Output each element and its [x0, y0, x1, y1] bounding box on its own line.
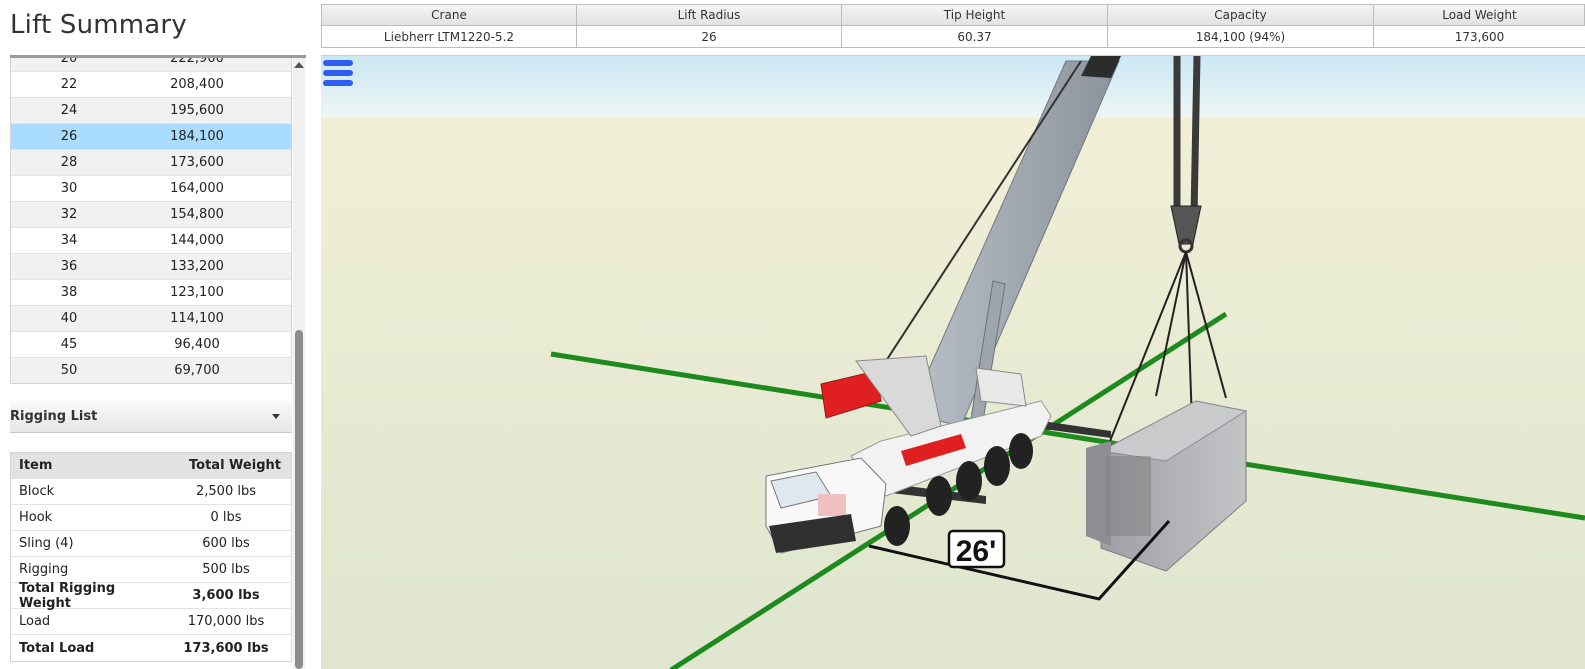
panel-scrollbar[interactable] [293, 58, 305, 669]
row-capacity: 184,100 [170, 129, 224, 144]
row-radius: 24 [60, 103, 78, 118]
hoist-line [1190, 56, 1201, 217]
summary-value-cell: 60.37 [842, 26, 1108, 47]
operator-cab [975, 367, 1027, 407]
load-chart-row[interactable]: 36 133,200 [11, 254, 291, 280]
rigging-row: Load 170,000 lbs [11, 609, 291, 635]
rigging-weight: 600 lbs [202, 536, 250, 551]
row-capacity: 173,600 [170, 155, 224, 170]
row-radius: 22 [60, 77, 78, 92]
row-capacity: 222,900 [170, 58, 224, 66]
rigging-row: Hook 0 lbs [11, 505, 291, 531]
load-chart-row[interactable]: 32 154,800 [11, 202, 291, 228]
rigging-weight: 170,000 lbs [187, 614, 265, 629]
row-radius: 28 [60, 155, 78, 170]
scroll-up-arrow-icon[interactable] [294, 62, 304, 68]
rigging-item: Total Load [19, 640, 95, 656]
row-capacity: 164,000 [170, 181, 224, 196]
lift-summary-table: Crane Lift Radius Tip Height Capacity Load W… [321, 4, 1585, 48]
crane-3d-view[interactable]: 26' [321, 55, 1585, 669]
wheel [984, 446, 1010, 486]
page-title: Lift Summary [10, 10, 187, 40]
row-radius: 45 [60, 337, 78, 352]
rigging-weight: 173,600 lbs [183, 640, 269, 656]
rigging-item: Total Rigging Weight [19, 580, 116, 611]
summary-value-cell: 173,600 [1374, 26, 1585, 47]
load-chart-row[interactable]: 45 96,400 [11, 332, 291, 358]
rigging-row: Block 2,500 lbs [11, 479, 291, 505]
summary-value-cell: Liebherr LTM1220-5.2 [322, 26, 577, 47]
hamburger-menu-icon[interactable] [323, 60, 353, 88]
rigging-row: Sling (4) 600 lbs [11, 531, 291, 557]
left-panel: Lift Summary 20 222,900 22 208,400 24 195,600… [0, 0, 310, 669]
load-chart-row[interactable]: 40 114,100 [11, 306, 291, 332]
wheel [1009, 433, 1033, 469]
row-capacity: 208,400 [170, 77, 224, 92]
chevron-down-icon[interactable] [272, 414, 280, 419]
rigging-row: Rigging 500 lbs [11, 557, 291, 583]
item-column-header: Item [19, 458, 53, 473]
rigging-item: Hook [19, 510, 53, 525]
crane-scene[interactable]: 26' [321, 56, 1585, 669]
wheel [926, 476, 952, 516]
rigging-item: Rigging [19, 562, 69, 577]
row-capacity: 154,800 [170, 207, 224, 222]
row-radius: 40 [60, 311, 78, 326]
summary-value-cell: 26 [577, 26, 842, 47]
row-capacity: 133,200 [170, 259, 224, 274]
rigging-weight: 2,500 lbs [196, 484, 256, 499]
load-chart-row[interactable]: 30 164,000 [11, 176, 291, 202]
rigging-item: Block [19, 484, 55, 499]
rigging-weight: 3,600 lbs [192, 588, 260, 603]
radius-label: 26' [956, 535, 997, 568]
rigging-table-header: Item Total Weight [11, 453, 291, 479]
summary-header-cell: Tip Height [842, 5, 1108, 25]
row-radius: 32 [60, 207, 78, 222]
row-capacity: 195,600 [170, 103, 224, 118]
wheel [884, 506, 910, 546]
rigging-weight: 0 lbs [210, 510, 242, 525]
sky [321, 56, 1585, 120]
row-capacity: 144,000 [170, 233, 224, 248]
row-radius: 50 [60, 363, 78, 378]
summary-header-cell: Load Weight [1374, 5, 1585, 25]
load-chart-row[interactable]: 28 173,600 [11, 150, 291, 176]
row-radius: 34 [60, 233, 78, 248]
row-radius: 36 [60, 259, 78, 274]
load-chart-row[interactable]: 22 208,400 [11, 72, 291, 98]
load-chart-row[interactable]: 50 69,700 [11, 358, 291, 383]
summary-header-cell: Lift Radius [577, 5, 842, 25]
scrollbar-thumb[interactable] [295, 330, 303, 669]
row-radius: 38 [60, 285, 78, 300]
wheel [956, 461, 982, 501]
rigging-item: Sling (4) [19, 536, 74, 551]
row-capacity: 123,100 [170, 285, 224, 300]
row-capacity: 69,700 [174, 363, 220, 378]
load-chart-row[interactable]: 26 184,100 [11, 124, 291, 150]
row-capacity: 114,100 [170, 311, 224, 326]
row-radius: 30 [60, 181, 78, 196]
rigging-list-header[interactable]: Rigging List [10, 401, 292, 433]
load-fins [1106, 456, 1151, 536]
rigging-table: Item Total Weight Block 2,500 lbs Hook 0 lb… [10, 452, 292, 662]
row-capacity: 96,400 [174, 337, 220, 352]
summary-header-cell: Capacity [1108, 5, 1374, 25]
row-radius: 26 [60, 129, 78, 144]
summary-header-cell: Crane [322, 5, 577, 25]
rigging-item: Load [19, 614, 51, 629]
row-radius: 20 [60, 58, 78, 66]
cab-side-window [818, 494, 846, 516]
load-chart-table[interactable]: 20 222,900 22 208,400 24 195,600 26 184,100 28 17… [10, 58, 292, 384]
summary-value-cell: 184,100 (94%) [1108, 26, 1374, 47]
load-chart-row[interactable]: 20 222,900 [11, 58, 291, 72]
rigging-row: Total Rigging Weight 3,600 lbs [11, 580, 291, 611]
rigging-weight: 500 lbs [202, 562, 250, 577]
rigging-row: Total Load 173,600 lbs [11, 635, 291, 661]
load-chart-row[interactable]: 24 195,600 [11, 98, 291, 124]
total-weight-column-header: Total Weight [189, 458, 281, 473]
rigging-list-title: Rigging List [10, 409, 98, 424]
load-chart-row[interactable]: 38 123,100 [11, 280, 291, 306]
load-chart-row[interactable]: 34 144,000 [11, 228, 291, 254]
